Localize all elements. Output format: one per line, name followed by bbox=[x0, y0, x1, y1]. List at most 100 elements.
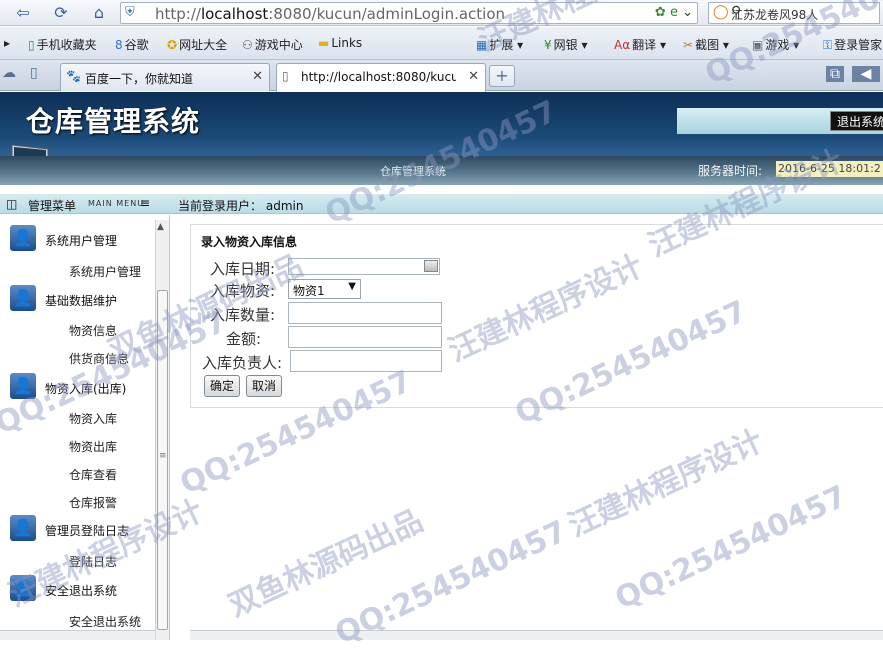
server-time-label: 服务器时间: bbox=[698, 164, 763, 178]
app-title: 仓库管理系统 bbox=[26, 105, 201, 138]
paw-icon: 🐾 bbox=[66, 69, 81, 83]
folder-icon: ▬ bbox=[318, 36, 330, 50]
sidebar-item-warehouse-view[interactable]: 仓库查看 bbox=[69, 466, 117, 483]
sidebar-item-stock-in[interactable]: 物资入库 bbox=[69, 410, 117, 427]
sidebar-group-label: 管理员登陆日志 bbox=[45, 524, 130, 538]
close-icon[interactable]: ✕ bbox=[468, 69, 479, 84]
cancel-button[interactable]: 取消 bbox=[246, 375, 282, 397]
calendar-icon[interactable] bbox=[424, 260, 438, 272]
user-group-icon: 👤 bbox=[10, 575, 36, 601]
fav-item-sites[interactable]: ✪ 网址大全 bbox=[167, 36, 227, 53]
page-icon: ▯ bbox=[282, 69, 289, 83]
phone-icon: ▯ bbox=[28, 38, 35, 52]
person-label: 入库负责人: bbox=[202, 354, 283, 372]
qty-label: 入库数量: bbox=[210, 306, 276, 324]
material-select[interactable]: 物资1 ▼ bbox=[288, 279, 361, 299]
watermark-text: 汪建林程序设计 bbox=[563, 423, 769, 544]
back-arrow-icon[interactable]: ⇦ bbox=[12, 2, 34, 24]
sidebar-group-label: 系统用户管理 bbox=[45, 234, 118, 248]
person-input[interactable] bbox=[290, 350, 442, 372]
scroll-up-icon[interactable]: ▲ bbox=[157, 222, 164, 232]
fav-item-bank[interactable]: ¥ 网银 ▾ bbox=[544, 36, 588, 53]
game-icon: ▣ bbox=[752, 38, 764, 52]
fav-item-links[interactable]: ▬ Links bbox=[318, 36, 362, 50]
date-label: 入库日期: bbox=[210, 260, 276, 278]
main-horizontal-scrollbar[interactable] bbox=[190, 630, 883, 640]
system-subtitle: 仓库管理系统 bbox=[380, 165, 446, 178]
mobile-icon[interactable]: ▯ bbox=[30, 65, 38, 81]
date-input[interactable] bbox=[288, 258, 440, 275]
browser-address-bar: ⇦ ⟳ ⌂ ⛨ http://localhost:8080/kucun/admi… bbox=[0, 0, 883, 26]
search-engine-icon: ◯ bbox=[713, 4, 729, 20]
sidebar-item-safe-logout[interactable]: 安全退出系统 bbox=[69, 613, 141, 630]
window-icon[interactable]: ⧉ bbox=[826, 66, 844, 82]
key-icon: ⚿ bbox=[823, 38, 833, 52]
watermark-text: QQ:254540457 bbox=[610, 478, 853, 617]
yen-icon: ¥ bbox=[544, 38, 552, 52]
search-input[interactable]: ◯ 江苏龙卷风98人 ⚲ bbox=[708, 2, 880, 24]
fav-item-mobile[interactable]: ▯ 手机收藏夹 bbox=[28, 36, 97, 53]
user-group-icon: 👤 bbox=[10, 225, 36, 251]
fav-item-gamecenter[interactable]: ⚇ 游戏中心 bbox=[242, 36, 303, 53]
sidebar-item-material-info[interactable]: 物资信息 bbox=[69, 322, 117, 339]
security-icon[interactable]: ✿ e ⌄ bbox=[655, 5, 693, 20]
sidebar-item-stock-out[interactable]: 物资出库 bbox=[69, 438, 117, 455]
tab-label: http://localhost:8080/kucun/ bbox=[301, 70, 456, 84]
current-user-label: 当前登录用户： bbox=[178, 199, 263, 213]
menu-grid-icon: ◫ bbox=[6, 197, 18, 211]
current-user: 当前登录用户： admin bbox=[178, 197, 303, 214]
menu-toggle-icon[interactable]: ≡ bbox=[140, 196, 150, 210]
cloud-icon[interactable]: ☁ bbox=[2, 65, 16, 81]
tab-localhost[interactable]: ▯ http://localhost:8080/kucun/ ✕ bbox=[276, 63, 486, 92]
watermark-text: 双鱼林源码出品 bbox=[223, 503, 429, 624]
refresh-icon[interactable]: ⟳ bbox=[50, 2, 72, 24]
form-title: 录入物资入库信息 bbox=[201, 235, 298, 249]
tab-bar: ☁ ▯ 🐾 百度一下，你就知道 ✕ ▯ http://localhost:808… bbox=[0, 60, 883, 92]
sidebar-item-system-users[interactable]: 系统用户管理 bbox=[69, 263, 141, 280]
home-icon[interactable]: ⌂ bbox=[88, 2, 110, 24]
chevron-down-icon: ▼ bbox=[348, 281, 356, 292]
shield-icon: ⛨ bbox=[125, 5, 135, 20]
sidebar-horizontal-scrollbar[interactable] bbox=[0, 630, 155, 640]
fav-item-extensions[interactable]: ▦ 扩展 ▾ bbox=[476, 36, 523, 53]
material-selected: 物资1 bbox=[293, 284, 325, 298]
url-input[interactable]: ⛨ http://localhost:8080/kucun/adminLogin… bbox=[120, 2, 698, 24]
sidebar-group-label: 安全退出系统 bbox=[45, 584, 118, 598]
sidebar-item-warehouse-alarm[interactable]: 仓库报警 bbox=[69, 494, 117, 511]
sidebar-scrollbar[interactable]: ▲ ≡ bbox=[155, 220, 169, 640]
current-user-name: admin bbox=[265, 199, 304, 213]
logout-button[interactable]: 退出系统 bbox=[830, 111, 883, 131]
sidebar-item-supplier-info[interactable]: 供货商信息 bbox=[69, 350, 129, 367]
menu-title-en: MAIN MENU bbox=[88, 199, 145, 208]
favorites-arrow-icon[interactable]: ▸ bbox=[4, 36, 10, 50]
menu-title: 管理菜单 bbox=[28, 199, 77, 213]
gamepad-icon: ⚇ bbox=[242, 38, 253, 52]
sidebar-group-label: 物资入库(出库) bbox=[45, 382, 127, 396]
fav-item-translate[interactable]: Aα 翻译 ▾ bbox=[614, 36, 666, 53]
close-icon[interactable]: ✕ bbox=[252, 69, 263, 84]
amount-input[interactable] bbox=[288, 326, 442, 348]
app-header: 仓库管理系统 退出系统 bbox=[0, 92, 883, 156]
translate-icon: Aα bbox=[614, 38, 631, 52]
tab-label: 百度一下，你就知道 bbox=[85, 72, 194, 86]
qty-input[interactable] bbox=[288, 302, 442, 324]
back-small-icon[interactable]: ◀ bbox=[852, 66, 880, 82]
fav-item-games[interactable]: ▣ 游戏 ▾ bbox=[752, 36, 799, 53]
sidebar: 👤 系统用户管理 系统用户管理 👤 基础数据维护 物资信息 供货商信息 👤 物资… bbox=[0, 215, 170, 640]
google-icon: 8 bbox=[115, 38, 123, 52]
tab-baidu[interactable]: 🐾 百度一下，你就知道 ✕ bbox=[60, 63, 270, 91]
search-icon[interactable]: ⚲ bbox=[731, 4, 876, 20]
confirm-button[interactable]: 确定 bbox=[204, 375, 240, 397]
user-group-icon: 👤 bbox=[10, 373, 36, 399]
sidebar-item-login-log[interactable]: 登陆日志 bbox=[69, 553, 117, 570]
sidebar-group-label: 基础数据维护 bbox=[45, 294, 118, 308]
grid-icon: ▦ bbox=[476, 38, 488, 52]
fav-item-login[interactable]: ⚿ 登录管家 bbox=[823, 36, 882, 53]
fav-item-google[interactable]: 8 谷歌 bbox=[115, 36, 149, 53]
fav-item-screenshot[interactable]: ✂ 截图 ▾ bbox=[683, 36, 729, 53]
grip-icon: ≡ bbox=[159, 451, 167, 461]
amount-label: 金额: bbox=[226, 330, 262, 348]
header-substrip: 仓库管理系统 服务器时间: 2016-6-25 18:01:2 bbox=[0, 156, 883, 185]
sidebar-scroll-thumb[interactable]: ≡ bbox=[157, 290, 168, 630]
new-tab-button[interactable]: + bbox=[489, 65, 515, 87]
